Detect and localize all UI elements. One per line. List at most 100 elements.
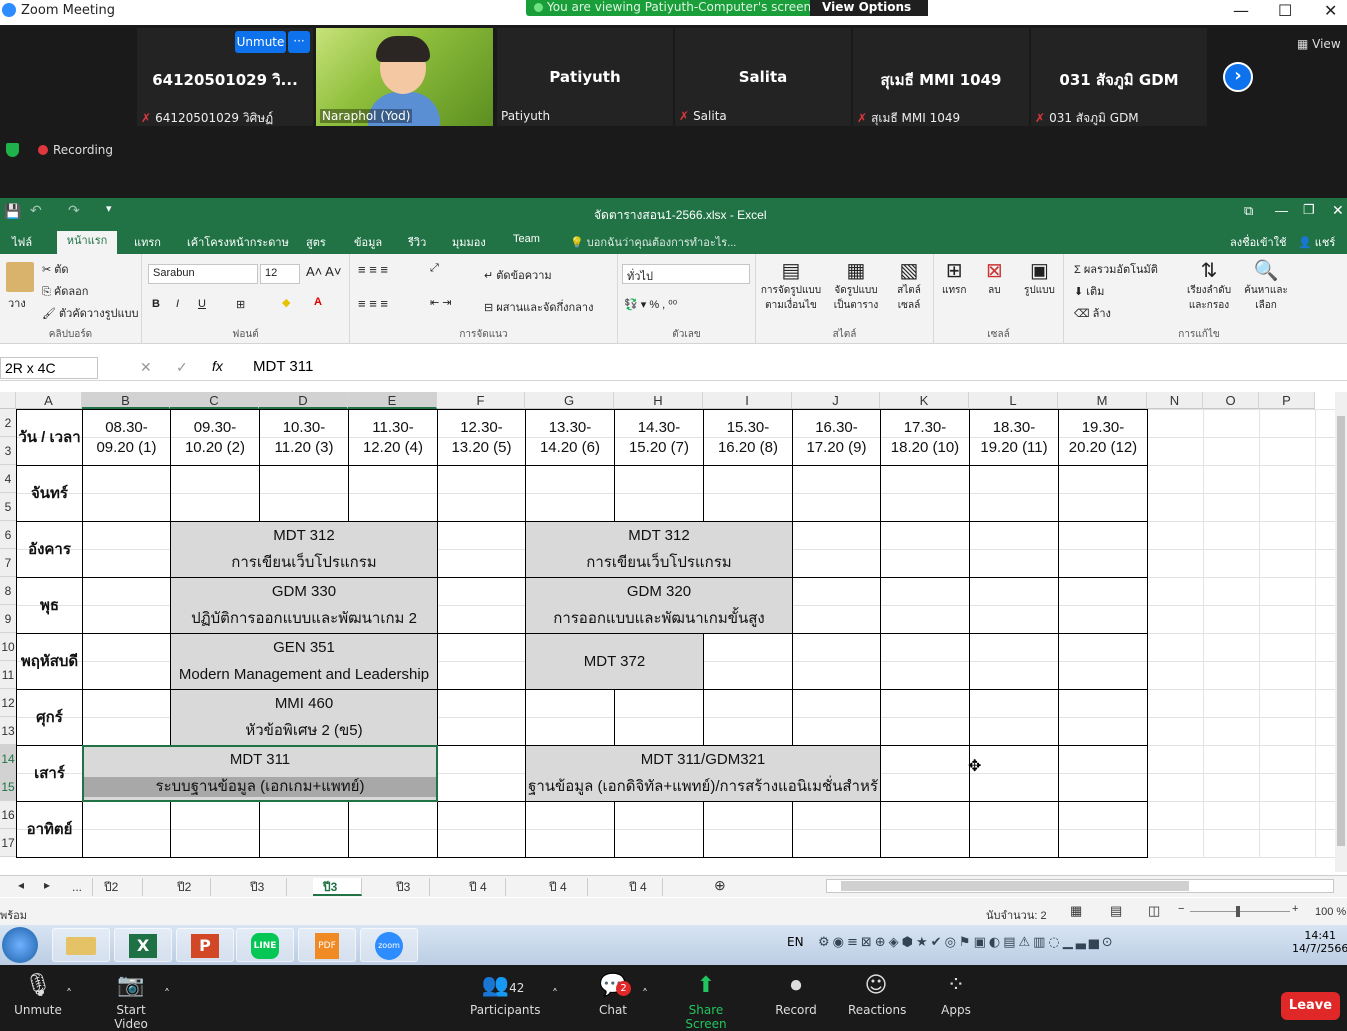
tab-insert[interactable]: แทรก [134,233,161,251]
zoom-in-icon[interactable]: + [1292,903,1298,915]
ribbon-display-icon[interactable]: ⧉ [1244,203,1253,219]
schedule-cell[interactable] [1058,689,1148,746]
schedule-cell[interactable] [1058,465,1148,522]
view-button[interactable]: ▦ View [1297,37,1341,51]
percent-icon[interactable]: 💱 ▾ % , ⁰⁰ [624,298,677,311]
participants-button[interactable]: 👥42 Participants [470,969,541,1017]
time-slot-header[interactable]: 19.30- 20.20 (12) [1058,409,1148,466]
encryption-shield-icon[interactable] [6,143,19,157]
day-label[interactable]: จันทร์ [16,465,83,522]
row-header[interactable]: 17 [0,829,16,857]
time-slot-header[interactable]: 10.30- 11.20 (3) [259,409,349,466]
schedule-cell[interactable] [259,801,349,858]
minimize-icon[interactable]: — [1275,203,1288,218]
schedule-cell[interactable] [703,633,793,690]
column-header[interactable]: N [1147,392,1203,409]
class-block[interactable]: MDT 311/GDM321 ฐานข้อมูล (เอกดิจิทัล+แพทย… [525,745,881,802]
time-slot-header[interactable]: 17.30- 18.20 (10) [880,409,970,466]
chat-options-icon[interactable]: ˄ [642,987,648,1001]
schedule-cell[interactable] [792,521,881,578]
reactions-button[interactable]: ☺ Reactions [848,969,906,1017]
powerpoint-taskbar-icon[interactable]: P [176,928,234,962]
row-header[interactable]: 5 [0,493,16,521]
day-label[interactable]: พุธ [16,577,83,634]
insert-function-icon[interactable]: fx [212,358,223,374]
find-select-button[interactable]: 🔍 ค้นหาและ เลือก [1240,258,1292,313]
sheet-tab[interactable]: ปี3 DMT [240,878,287,912]
insert-cells-button[interactable]: ⊞ แทรก [942,258,966,298]
day-label[interactable]: เสาร์ [16,745,83,802]
row-header[interactable]: 16 [0,801,16,829]
column-header[interactable]: A [16,392,82,409]
tab-review[interactable]: รีวิว [408,233,426,251]
day-label[interactable]: พฤหัสบดี [16,633,83,690]
restore-icon[interactable]: ❐ [1303,202,1315,218]
view-options-button[interactable]: View Options ⌄ [810,0,928,28]
merge-center-button[interactable]: ⊟ ผสานและจัดกึ่งกลาง [484,298,593,316]
scrollbar-thumb[interactable] [841,881,1189,891]
add-sheet-icon[interactable]: ⊕ [714,877,726,894]
schedule-cell[interactable] [880,633,970,690]
start-button-icon[interactable] [2,927,38,963]
bold-icon[interactable]: B [152,298,160,310]
schedule-cell[interactable] [82,465,349,522]
unmute-participant-button[interactable]: Unmute [235,31,286,53]
class-block[interactable]: MMI 460 หัวข้อพิเศษ 2 (ข5) [170,689,438,746]
schedule-cell[interactable] [880,465,970,522]
zoom-level[interactable]: 100 % [1315,906,1346,918]
schedule-cell[interactable] [614,689,704,746]
column-header[interactable]: O [1203,392,1259,409]
schedule-cell[interactable] [792,465,881,522]
class-block[interactable]: GDM 320 การออกแบบและพัฒนาเกมขั้นสูง [525,577,793,634]
schedule-cell[interactable] [1058,577,1148,634]
class-block[interactable]: GDM 330 ปฏิบัติการออกแบบและพัฒนาเกม 2 [170,577,438,634]
scroll-right-icon[interactable]: ▸ [44,878,50,892]
schedule-cell[interactable] [525,801,615,858]
schedule-cell[interactable] [1058,801,1148,858]
sheet-tab[interactable]: ปี 4 MMI [619,878,664,912]
class-block[interactable]: MDT 312 การเขียนเว็บโปรแกรม [525,521,793,578]
schedule-cell[interactable] [792,801,881,858]
sheet-tab[interactable]: ปี2 MMI [167,878,212,912]
orientation-icon[interactable]: ⤢ [430,262,439,275]
schedule-cell[interactable] [969,801,1059,858]
formula-input[interactable]: MDT 311 [253,358,313,375]
column-header[interactable]: F [437,392,525,409]
class-block[interactable]: GEN 351 Modern Management and Leadership [170,633,438,690]
column-header[interactable]: D [259,392,348,409]
schedule-cell[interactable] [969,689,1059,746]
font-size-select[interactable]: 12 [260,264,300,284]
time-slot-header[interactable]: 09.30- 10.20 (2) [170,409,260,466]
fill-color-icon[interactable]: ◆ [282,296,290,309]
schedule-cell[interactable] [525,689,615,746]
save-icon[interactable]: 💾 [4,203,21,220]
column-header[interactable]: B [82,392,170,409]
schedule-cell[interactable] [880,745,970,802]
zoom-taskbar-icon[interactable]: zoom [360,928,418,962]
clock[interactable]: 14:41 14/7/2566 [1292,929,1347,955]
column-header[interactable]: P [1259,392,1315,409]
next-page-icon[interactable]: › [1223,62,1253,92]
sheet-tab[interactable]: ปี2 GDM [94,878,143,912]
participant-tile[interactable]: 031 สัจภูมิ GDM ✗ 031 สัจภูมิ GDM [1031,28,1207,126]
day-label[interactable]: อังคาร [16,521,83,578]
font-color-icon[interactable]: A [314,296,322,308]
zoom-slider-thumb[interactable] [1236,906,1240,917]
column-header[interactable]: J [792,392,880,409]
schedule-cell[interactable] [880,689,970,746]
tab-formulas[interactable]: สูตร [306,233,326,251]
schedule-cell[interactable] [82,689,171,746]
format-table-button[interactable]: ▦ จัดรูปแบบ เป็นตาราง [826,258,886,313]
recording-indicator[interactable]: Recording [38,143,113,157]
row-header[interactable]: 10 [0,633,16,661]
schedule-cell[interactable] [1058,745,1148,802]
select-all-corner[interactable] [0,392,16,409]
schedule-cell[interactable] [969,521,1059,578]
schedule-cell[interactable] [437,521,526,578]
time-slot-header[interactable]: 18.30- 19.20 (11) [969,409,1059,466]
schedule-cell[interactable] [437,745,526,802]
schedule-cell[interactable] [82,633,171,690]
customize-qat-icon[interactable]: ▾ [106,202,112,215]
schedule-cell[interactable] [703,689,793,746]
excel-taskbar-icon[interactable]: X [114,928,172,962]
